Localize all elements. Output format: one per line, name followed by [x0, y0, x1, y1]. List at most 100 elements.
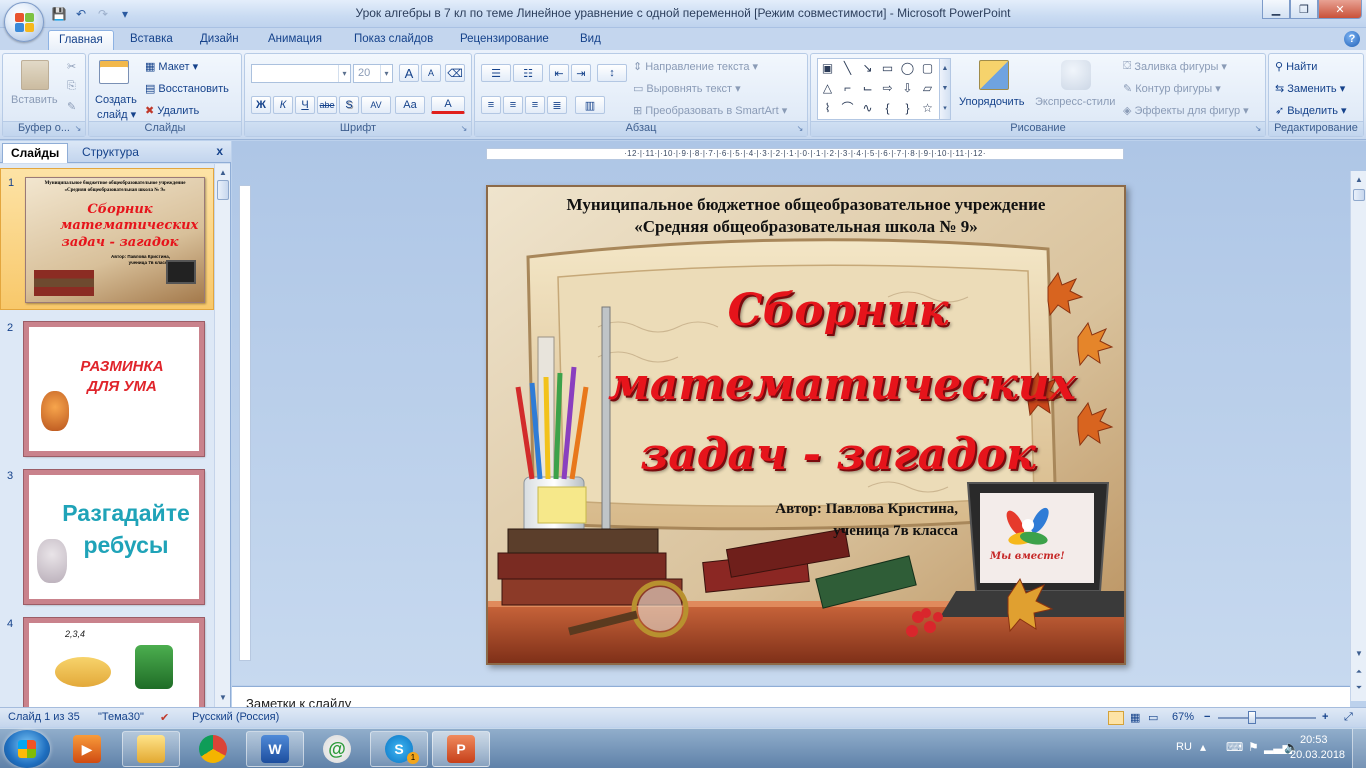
drawing-launcher-icon[interactable]: ↘ [1253, 124, 1263, 134]
line-spacing-icon[interactable]: ↕ [597, 64, 627, 82]
font-name-combo[interactable]: ▾ [251, 64, 351, 83]
slide-author-line1[interactable]: Автор: Павлова Кристина, [775, 501, 958, 518]
paragraph-launcher-icon[interactable]: ↘ [795, 124, 805, 134]
brace-right-shape-icon[interactable]: } [900, 101, 915, 116]
slide-title-line1[interactable]: Сборник [608, 289, 1068, 333]
tab-view[interactable]: Вид [570, 30, 611, 50]
tab-outline[interactable]: Структура [74, 143, 147, 163]
layout-button[interactable]: ▦ Макет ▾ [145, 60, 198, 73]
char-spacing-button[interactable]: AV [361, 96, 391, 114]
bullets-icon[interactable]: ☰ [481, 64, 511, 82]
slide-school-line2[interactable]: «Средняя общеобразовательная школа № 9» [488, 217, 1124, 237]
slide-scrollbar[interactable]: ▲ ▼ ⏶ ⏷ [1350, 171, 1366, 701]
previous-slide-icon[interactable]: ⏶ [1353, 665, 1365, 679]
triangle-shape-icon[interactable]: △ [820, 81, 835, 96]
change-case-button[interactable]: Aa [395, 96, 425, 114]
quick-styles-button[interactable]: Экспресс-стили [1035, 96, 1115, 108]
flag-icon[interactable]: ⚑ [1248, 740, 1259, 754]
justify-icon[interactable]: ≣ [547, 96, 567, 114]
numbering-icon[interactable]: ☷ [513, 64, 543, 82]
scrollbar-thumb[interactable] [1353, 189, 1365, 201]
scroll-up-icon[interactable]: ▲ [217, 166, 229, 180]
taskbar-chrome[interactable] [184, 731, 242, 767]
strikethrough-button[interactable]: abe [317, 96, 337, 114]
thumbnail-row-3[interactable]: 3 Разгадайте ребусы [0, 462, 214, 608]
line-shape-icon[interactable]: ╲ [840, 61, 855, 76]
slide-sorter-icon[interactable]: ▦ [1130, 711, 1140, 724]
italic-button[interactable]: К [273, 96, 293, 114]
taskbar-media-player[interactable]: ▶ [58, 731, 116, 767]
star-shape-icon[interactable]: ☆ [920, 101, 935, 116]
help-icon[interactable]: ? [1344, 31, 1360, 47]
thumbnail-4[interactable]: 2,3,4 [23, 617, 205, 707]
block-arrow-shape-icon[interactable]: ⇨ [880, 81, 895, 96]
align-left-icon[interactable]: ≡ [481, 96, 501, 114]
decrease-indent-icon[interactable]: ⇤ [549, 64, 569, 82]
tray-expand-icon[interactable]: ▴ [1200, 740, 1206, 754]
smartart-button[interactable]: ⊞ Преобразовать в SmartArt ▾ [633, 104, 787, 117]
tab-slides[interactable]: Слайды [2, 143, 69, 163]
tab-slideshow[interactable]: Показ слайдов [344, 30, 443, 50]
zoom-slider[interactable] [1218, 717, 1316, 719]
brace-left-shape-icon[interactable]: { [880, 101, 895, 116]
shapes-gallery[interactable]: ▣ ╲ ↘ ▭ ◯ ▢ △ ⌐ ⌙ ⇨ ⇩ ▱ ⌇ ⌒ ∿ { } ☆ [817, 58, 947, 120]
slide-author-line2[interactable]: ученица 7в класса [833, 523, 958, 540]
columns-icon[interactable]: ▥ [575, 96, 605, 114]
callout-shape-icon[interactable]: ▱ [920, 81, 935, 96]
bold-button[interactable]: Ж [251, 96, 271, 114]
down-arrow-shape-icon[interactable]: ⇩ [900, 81, 915, 96]
text-direction-button[interactable]: ⇕ Направление текста ▾ [633, 60, 758, 73]
textbox-shape-icon[interactable]: ▣ [820, 61, 835, 76]
increase-indent-icon[interactable]: ⇥ [571, 64, 591, 82]
shape-fill-button[interactable]: ⛋ Заливка фигуры ▾ [1123, 60, 1227, 73]
arrow-shape-icon[interactable]: ↘ [860, 61, 875, 76]
slide-title-line2[interactable]: математических [608, 363, 1076, 407]
shape-effects-button[interactable]: ◈ Эффекты для фигур ▾ [1123, 104, 1249, 117]
reset-button[interactable]: ▤ Восстановить [145, 82, 229, 96]
close-pane-icon[interactable]: x [216, 144, 223, 158]
thumbnails-scrollbar[interactable]: ▲ ▼ [214, 164, 230, 707]
clear-format-icon[interactable]: ⌫ [445, 64, 465, 82]
close-button[interactable]: ✕ [1318, 0, 1362, 19]
normal-view-icon[interactable] [1108, 711, 1124, 725]
current-slide[interactable]: Муниципальное бюджетное общеобразователь… [486, 185, 1126, 665]
slide-school-line1[interactable]: Муниципальное бюджетное общеобразователь… [488, 195, 1124, 215]
align-text-button[interactable]: ▭ Выровнять текст ▾ [633, 82, 741, 95]
scroll-down-icon[interactable]: ▼ [217, 691, 229, 705]
font-size-combo[interactable]: 20 ▾ [353, 64, 393, 83]
shrink-font-button[interactable]: A [421, 64, 441, 82]
scroll-up-icon[interactable]: ▲ [1353, 173, 1365, 187]
clock-date[interactable]: 20.03.2018 [1290, 749, 1345, 761]
format-painter-icon[interactable]: ✎ [67, 100, 76, 113]
delete-slide-button[interactable]: ✖ Удалить [145, 104, 199, 118]
notes-pane[interactable]: Заметки к слайду [232, 686, 1350, 711]
find-button[interactable]: ⚲ Найти [1275, 60, 1317, 74]
taskbar-word[interactable]: W [246, 731, 304, 767]
scribble-shape-icon[interactable]: ⌇ [820, 101, 835, 116]
next-slide-icon[interactable]: ⏷ [1353, 681, 1365, 695]
scroll-down-icon[interactable]: ▼ [1353, 647, 1365, 661]
font-launcher-icon[interactable]: ↘ [459, 124, 469, 134]
language-status[interactable]: Русский (Россия) [192, 711, 279, 723]
fit-to-window-icon[interactable]: ⤢ [1344, 711, 1353, 724]
clipboard-launcher-icon[interactable]: ↘ [73, 124, 83, 134]
zoom-slider-knob[interactable] [1248, 711, 1256, 724]
tab-home[interactable]: Главная [48, 30, 114, 50]
maximize-button[interactable]: ❐ [1290, 0, 1318, 19]
arrange-button[interactable]: Упорядочить [959, 96, 1024, 108]
tab-review[interactable]: Рецензирование [450, 30, 559, 50]
rectangle-shape-icon[interactable]: ▭ [880, 61, 895, 76]
select-button[interactable]: ➶ Выделить ▾ [1275, 104, 1347, 117]
office-button[interactable] [4, 2, 44, 42]
replace-button[interactable]: ⇆ Заменить ▾ [1275, 82, 1345, 95]
thumbnail-row-4[interactable]: 4 2,3,4 [0, 610, 214, 707]
theme-name[interactable]: "Тема30" [98, 711, 144, 723]
tab-insert[interactable]: Вставка [120, 30, 183, 50]
taskbar-skype[interactable]: S 1 [370, 731, 428, 767]
thumbnail-row-2[interactable]: 2 РАЗМИНКА ДЛЯ УМА [0, 314, 214, 460]
oval-shape-icon[interactable]: ◯ [900, 61, 915, 76]
start-button[interactable] [4, 730, 50, 768]
underline-button[interactable]: Ч [295, 96, 315, 114]
taskbar-mail-agent[interactable]: @ [308, 731, 366, 767]
network-device-icon[interactable]: ⌨ [1226, 740, 1243, 754]
